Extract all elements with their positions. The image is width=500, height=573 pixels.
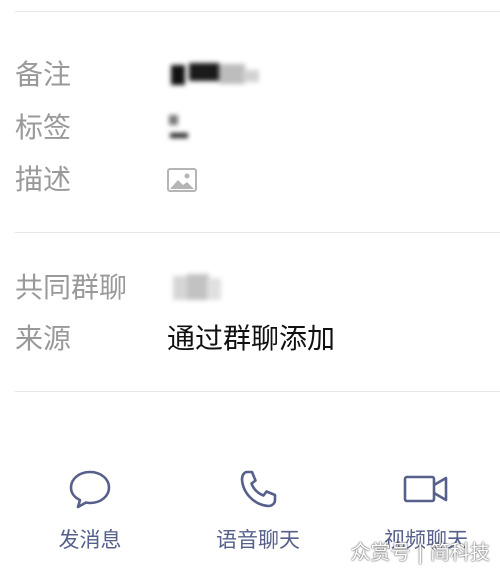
source-value: 通过群聊添加: [167, 322, 336, 355]
source-row: 来源 通过群聊添加: [15, 319, 485, 359]
send-message-label: 发消息: [58, 528, 122, 552]
watermark: 众赏号 | 简科技: [350, 540, 490, 564]
video-camera-icon: [356, 468, 496, 510]
chat-bubble-icon: [20, 468, 160, 510]
remark-label: 备注: [15, 58, 72, 91]
top-divider: [15, 11, 500, 12]
description-row[interactable]: 描述: [15, 160, 485, 200]
image-icon[interactable]: [167, 168, 197, 192]
remark-value-redacted: [167, 60, 262, 90]
source-label: 来源: [15, 322, 72, 355]
tags-label: 标签: [15, 111, 72, 144]
voice-call-label: 语音聊天: [216, 528, 300, 552]
bottom-divider: [15, 391, 500, 392]
common-groups-avatar-redacted: [167, 272, 235, 304]
remark-row[interactable]: 备注: [15, 55, 485, 95]
send-message-button[interactable]: 发消息: [20, 468, 160, 554]
middle-divider: [15, 232, 500, 233]
common-groups-row[interactable]: 共同群聊: [15, 268, 485, 308]
common-groups-label: 共同群聊: [15, 271, 128, 304]
description-label: 描述: [15, 163, 72, 196]
tags-value-redacted: [167, 113, 197, 143]
phone-icon: [188, 468, 328, 510]
voice-call-button[interactable]: 语音聊天: [188, 468, 328, 554]
tags-row[interactable]: 标签: [15, 108, 485, 148]
